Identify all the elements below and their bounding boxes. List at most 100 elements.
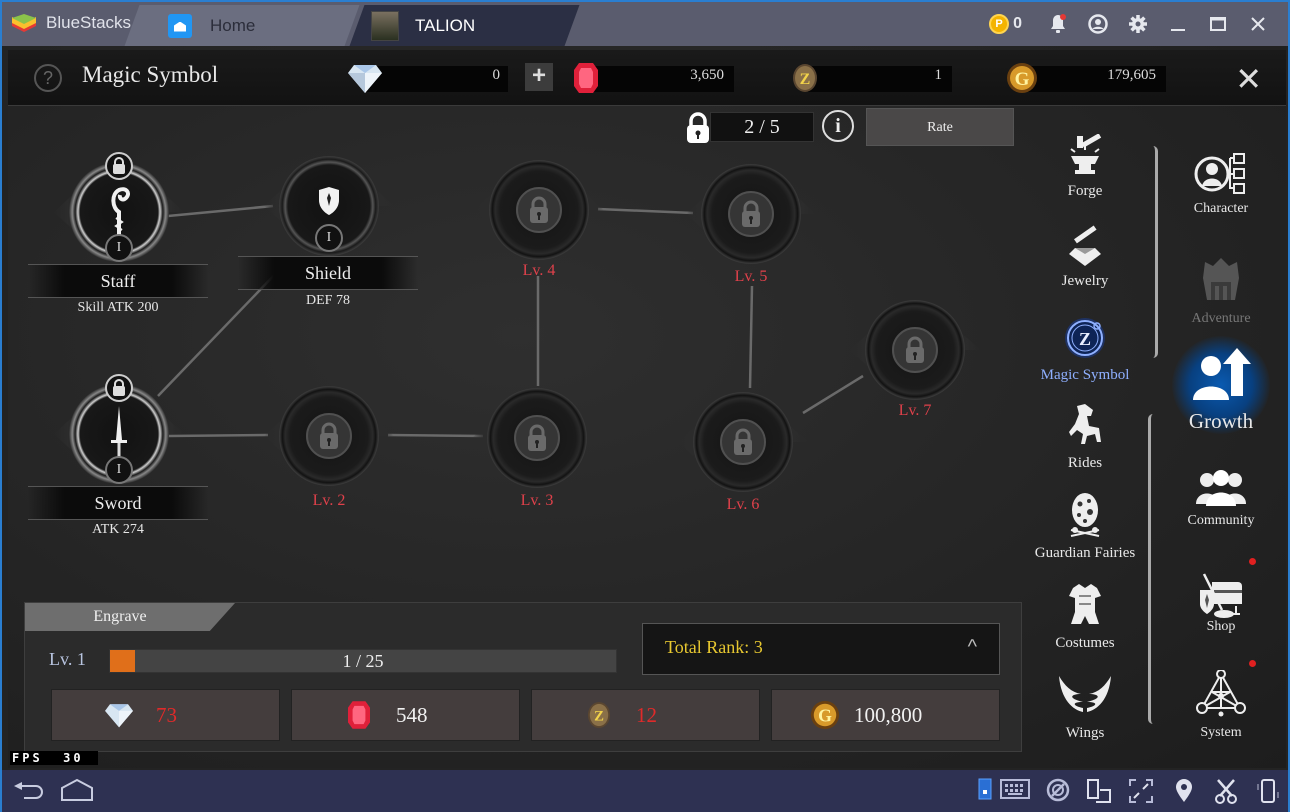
cost-ruby-value: 548 [396,702,428,727]
symbol-node-lv4[interactable]: Lv. 4 [474,160,604,279]
shop-icon [1200,573,1242,618]
resource-ruby: 3,650 [574,62,734,94]
tab-talion[interactable]: TALION [371,5,475,46]
minimize-button[interactable] [1158,2,1198,46]
total-rank-dropdown[interactable]: Total Rank: 3 ^ [642,623,1000,675]
rate-button[interactable]: Rate [866,108,1014,146]
shield-icon [319,187,339,215]
padlock-icon [113,157,125,174]
info-icon[interactable]: i [822,110,854,142]
eco-mode-icon[interactable] [1046,778,1070,802]
symbol-node-staff[interactable]: I [54,152,184,262]
symbol-node-lv3[interactable]: Lv. 3 [472,388,602,509]
keymapping-toggle-icon[interactable] [978,778,992,800]
location-icon[interactable] [1174,778,1194,804]
symbol-node-sword[interactable]: I [54,374,184,484]
system-icon [1196,669,1246,717]
settings-button[interactable] [1118,2,1158,46]
maximize-icon [1210,17,1226,31]
forge-anvil-icon [1070,133,1102,174]
submenu-costumes[interactable]: Costumes [1020,582,1150,652]
notifications-button[interactable] [1038,2,1078,46]
svg-text:G: G [1015,69,1030,90]
adventure-icon [1203,258,1239,300]
mainmenu-label: Character [1193,201,1249,216]
sword-name-banner: Sword [28,486,208,520]
keyboard-icon[interactable] [1000,778,1030,800]
fps-counter: FPS 30 [10,751,98,765]
scissors-icon[interactable] [1214,778,1238,804]
link-lv4-lv5 [597,207,694,215]
character-icon [1194,153,1245,194]
cost-ruby-button[interactable]: 548 [291,689,520,741]
cost-rune-stone-button[interactable]: Z 12 [531,689,760,741]
lock-badge [105,152,133,180]
mainmenu-shop[interactable]: Shop [1176,572,1266,635]
close-icon [1251,17,1265,31]
cost-diamond-value: 73 [156,702,177,727]
account-button[interactable] [1078,2,1118,46]
help-icon[interactable]: ? [34,64,62,92]
symbol-node-lv7[interactable]: Lv. 7 [850,300,980,419]
mainmenu-growth[interactable]: Growth [1172,336,1270,434]
home-nav-icon[interactable] [60,778,94,802]
engrave-tab[interactable]: Engrave [25,603,235,631]
android-nav-bar [2,770,1288,812]
padlock-icon [687,112,709,143]
staff-name-banner: Staff [28,264,208,298]
svg-text:Z: Z [800,71,811,88]
submenu-jewelry[interactable]: Jewelry [1020,224,1150,290]
padlock-icon [530,196,548,223]
tab-home[interactable]: Home [168,5,255,46]
cost-diamond-button[interactable]: 73 [51,689,280,741]
close-window-button[interactable] [1238,2,1278,46]
wings-icon [1059,676,1111,712]
add-diamond-button[interactable]: + [525,63,553,91]
back-icon[interactable] [12,778,46,802]
page-title: Magic Symbol [82,62,219,87]
slot-counter: 2 / 5 [684,108,824,146]
submenu-forge[interactable]: Forge [1020,133,1150,200]
slot-count: 2 / 5 [710,112,814,142]
diamond-count: 0 [492,67,501,83]
fullscreen-icon[interactable] [1128,778,1154,804]
mainmenu-adventure[interactable]: Adventure [1176,256,1266,327]
symbol-node-lv2[interactable]: Lv. 2 [264,386,394,509]
game-screen: ? Magic Symbol 0 + 3,650 Z 1 G 179,605 ✕… [8,46,1286,768]
bluestacks-window: BlueStacks Home TALION P 0 ? Magic Symbo… [0,0,1290,812]
symbol-node-shield[interactable]: I [264,156,394,256]
account-icon [1088,14,1108,34]
resource-diamond: 0 [348,62,508,94]
rune-stone-icon: Z [793,64,817,92]
submenu-label: Rides [1067,455,1103,471]
submenu-rides[interactable]: Rides [1020,402,1150,472]
svg-text:G: G [818,706,832,726]
mainmenu-label: System [1200,725,1242,740]
horse-icon [1069,404,1101,444]
mainmenu-community[interactable]: Community [1176,468,1266,529]
locked-slot [728,191,774,237]
engrave-progress-bar: 1 / 25 [109,649,617,673]
mainmenu-character[interactable]: Character [1176,152,1266,217]
symbol-node-lv5[interactable]: Lv. 5 [686,164,816,285]
staff-stat: Skill ATK 200 [77,300,159,315]
symbol-node-lv6[interactable]: Lv. 6 [678,392,808,513]
submenu-guardian-fairies[interactable]: Guardian Fairies [1020,492,1150,562]
padlock-icon [528,424,546,451]
shake-device-icon[interactable] [1256,778,1280,804]
diamond-icon [105,704,133,728]
submenu-wings[interactable]: Wings [1020,672,1150,742]
rotate-screen-icon[interactable] [1086,778,1112,804]
submenu-label: Guardian Fairies [1034,545,1136,561]
padlock-icon [906,336,924,363]
bluestacks-points[interactable]: P 0 [989,2,1038,46]
close-page-button[interactable]: ✕ [1235,60,1262,98]
submenu-magic-symbol[interactable]: Z Magic Symbol [1020,316,1150,384]
cost-gold-button[interactable]: G 100,800 [771,689,1000,741]
mainmenu-label: Shop [1206,619,1236,634]
tab-home-label: Home [210,15,256,35]
mainmenu-system[interactable]: System [1176,669,1266,741]
link-lv5-lv6 [748,285,754,389]
maximize-button[interactable] [1198,2,1238,46]
community-icon [1196,470,1246,506]
